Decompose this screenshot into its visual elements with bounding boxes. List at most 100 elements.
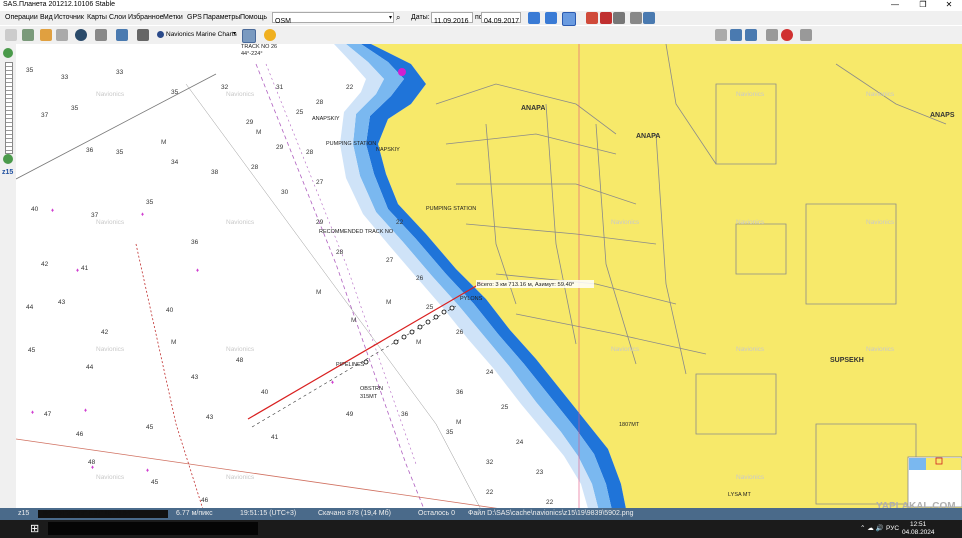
feature-label: 1807MT <box>619 422 640 428</box>
place-label: ANAPS <box>930 112 955 119</box>
zoom-out-icon[interactable] <box>3 154 13 164</box>
date-from-label: Даты: <box>411 14 430 21</box>
search-icon[interactable]: ⌕ <box>396 13 400 23</box>
save-icon[interactable] <box>643 12 655 24</box>
sounding: 43 <box>191 374 199 381</box>
feature-label: PUMPING STATION <box>326 141 376 147</box>
place-label: SUPSEKH <box>830 357 864 364</box>
windows-start-icon[interactable]: ⊞ <box>30 522 39 535</box>
polygon-icon[interactable] <box>745 29 757 41</box>
map-source-select[interactable]: OSM ▾ <box>272 12 394 25</box>
svg-text:Navionics: Navionics <box>866 219 895 226</box>
text-icon[interactable] <box>56 29 68 41</box>
svg-text:Navionics: Navionics <box>866 91 895 98</box>
sounding: 33 <box>116 69 124 76</box>
menu-source[interactable]: Источник <box>54 14 84 21</box>
sounding: 33 <box>61 74 69 81</box>
gps-icon[interactable] <box>800 29 812 41</box>
svg-text:Navionics: Navionics <box>96 219 125 226</box>
menu-operations[interactable]: Операции <box>5 14 38 21</box>
star-selected-icon[interactable] <box>562 12 576 26</box>
sounding: 43 <box>206 414 214 421</box>
scissors-icon[interactable] <box>600 12 612 24</box>
svg-text:Navionics: Navionics <box>736 474 765 481</box>
minimize-button[interactable]: — <box>882 0 908 11</box>
ruler-label: Всего: 3 км 713.16 м, Азимут: 59.40° <box>477 282 574 288</box>
sounding: 43 <box>58 299 66 306</box>
marker-pin-icon[interactable] <box>398 68 406 76</box>
sounding: 28 <box>251 164 259 171</box>
status-downloaded: Скачано 878 (19,4 Мб) <box>318 510 391 517</box>
svg-text:Navionics: Navionics <box>96 346 125 353</box>
pin-icon[interactable] <box>715 29 727 41</box>
star-blue-icon[interactable] <box>528 12 540 24</box>
menu-bar: Операции Вид Источник Карты Слои Избранн… <box>0 11 962 26</box>
feature-label: 315MT <box>360 394 378 400</box>
toolbar: Navionics Marine Charts ▾ <box>0 26 962 45</box>
globe-icon[interactable] <box>75 29 87 41</box>
sounding: 36 <box>191 239 199 246</box>
chart-icon[interactable] <box>613 12 625 24</box>
sounding: 28 <box>316 99 324 106</box>
sounding: 44 <box>86 364 94 371</box>
feature-label: PUMPING STATION <box>426 206 476 212</box>
fullscreen-icon[interactable] <box>116 29 128 41</box>
layer-select[interactable]: Navionics Marine Charts ▾ <box>155 29 237 40</box>
taskbar-redacted-area <box>48 522 258 535</box>
path-icon[interactable] <box>730 29 742 41</box>
sounding: 22 <box>346 84 354 91</box>
cursor-icon[interactable] <box>5 29 17 41</box>
status-coords: N44°51'33.73" E37°18'20.64" <box>42 510 134 517</box>
brush-icon[interactable] <box>586 12 598 24</box>
svg-text:M: M <box>351 317 356 324</box>
sounding: 22 <box>486 489 494 496</box>
ruler-icon[interactable] <box>40 29 52 41</box>
language-indicator[interactable]: РУС <box>886 525 899 532</box>
layers-icon[interactable] <box>242 29 256 43</box>
menu-settings[interactable]: Параметры <box>203 14 240 21</box>
taskbar-clock-time[interactable]: 12:51 <box>910 521 926 528</box>
marks-icon[interactable] <box>766 29 778 41</box>
zoom-in-icon[interactable] <box>3 48 13 58</box>
sounding: 24 <box>486 369 494 376</box>
maximize-button[interactable]: ❐ <box>910 0 936 11</box>
menu-help[interactable]: Помощь <box>240 14 267 21</box>
feature-label: 44°-224° <box>241 51 263 57</box>
date-to-input[interactable]: 04.09.2017 <box>481 12 521 25</box>
chart-map[interactable]: 35 33 33 37 35 35 32 36 35 34 38 40 37 3… <box>16 44 962 519</box>
menu-maps[interactable]: Карты <box>87 14 107 21</box>
map-view[interactable]: 35 33 33 37 35 35 32 36 35 34 38 40 37 3… <box>16 44 962 519</box>
menu-favorites[interactable]: Избранное <box>128 14 163 21</box>
svg-text:M: M <box>416 339 421 346</box>
svg-text:Navionics: Navionics <box>866 346 895 353</box>
sounding: 32 <box>486 459 494 466</box>
os-taskbar: ⊞ ⌃ ☁ 🔊 РУС 12:51 04.08.2024 <box>0 520 962 538</box>
zoom-slider[interactable] <box>5 62 13 154</box>
zoom-tool-icon[interactable] <box>95 29 107 41</box>
no-entry-icon[interactable] <box>781 29 793 41</box>
tray-icons[interactable]: ⌃ ☁ 🔊 <box>860 524 884 532</box>
sounding: 41 <box>81 265 89 272</box>
feature-label: ANAPSKIY <box>312 116 340 122</box>
menu-marks[interactable]: Метки <box>163 14 183 21</box>
satellite-icon[interactable] <box>137 29 149 41</box>
menu-gps[interactable]: GPS <box>187 14 202 21</box>
sounding: 45 <box>151 479 159 486</box>
favorites-star-icon[interactable] <box>264 29 276 41</box>
svg-text:Navionics: Navionics <box>96 474 125 481</box>
sounding: 41 <box>271 434 279 441</box>
date-from-input[interactable]: 11.09.2016 <box>431 12 473 25</box>
sounding: 27 <box>316 179 324 186</box>
menu-view[interactable]: Вид <box>40 14 53 21</box>
zoom-icon[interactable] <box>630 12 642 24</box>
status-zoom: z15 <box>18 510 30 517</box>
svg-text:Navionics: Navionics <box>96 91 125 98</box>
taskbar-clock-date[interactable]: 04.08.2024 <box>902 529 935 536</box>
sounding: 40 <box>166 307 174 314</box>
move-icon[interactable] <box>22 29 34 41</box>
star-blue-icon-2[interactable] <box>545 12 557 24</box>
sounding: 38 <box>211 169 219 176</box>
close-button[interactable]: ✕ <box>936 0 962 11</box>
status-remaining: Осталось 0 <box>418 510 456 517</box>
menu-layers[interactable]: Слои <box>109 14 126 21</box>
